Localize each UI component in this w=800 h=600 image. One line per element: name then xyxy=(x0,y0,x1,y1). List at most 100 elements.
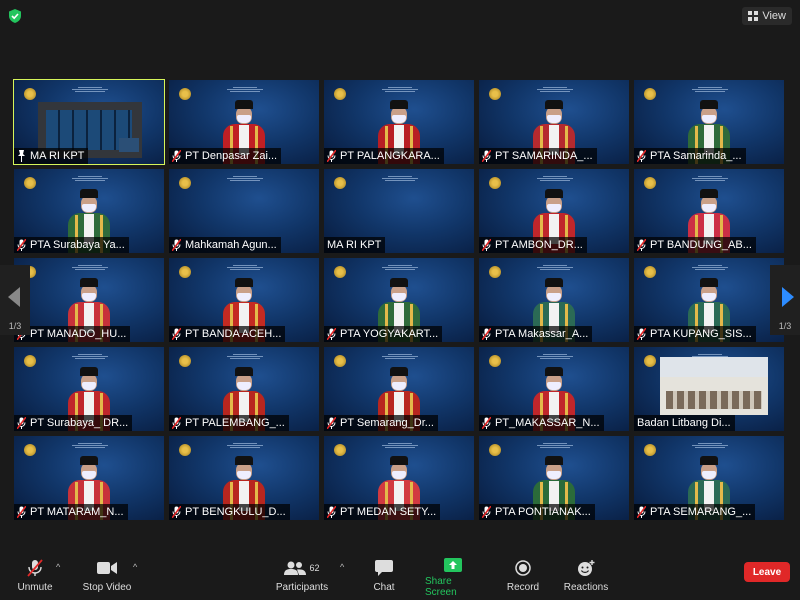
participant-tile[interactable]: PT PALANGKARA... xyxy=(324,80,474,164)
participant-name-label: PTA SEMARANG_... xyxy=(634,504,756,520)
top-bar: View xyxy=(0,0,800,32)
participant-name-label: PT AMBON_DR... xyxy=(479,237,587,253)
background-header-text xyxy=(692,442,728,450)
participant-tile[interactable]: PT MEDAN SETY... xyxy=(324,436,474,520)
audio-options-caret-icon[interactable]: ^ xyxy=(56,562,60,572)
participant-tile[interactable]: Mahkamah Agun... xyxy=(169,169,319,253)
participant-tile[interactable]: PTA Surabaya Ya... xyxy=(14,169,164,253)
background-header-text xyxy=(382,86,418,94)
participant-tile[interactable]: PTA Samarinda_... xyxy=(634,80,784,164)
stop-video-label: Stop Video xyxy=(82,582,132,593)
participant-tile[interactable]: PTA KUPANG_SIS... xyxy=(634,258,784,342)
background-header-text xyxy=(382,175,418,183)
microphone-muted-icon xyxy=(482,150,491,162)
microphone-muted-icon xyxy=(172,328,181,340)
microphone-muted-icon xyxy=(172,239,181,251)
participant-tile[interactable]: PT BANDUNG_AB... xyxy=(634,169,784,253)
participant-name: PTA PONTIANAK... xyxy=(495,506,591,518)
unmute-button[interactable]: Unmute xyxy=(15,558,55,596)
previous-page-button[interactable]: 1/3 xyxy=(0,265,30,335)
view-button[interactable]: View xyxy=(742,7,792,25)
participants-icon xyxy=(284,561,307,575)
participants-options-caret-icon[interactable]: ^ xyxy=(340,562,344,572)
background-header-text xyxy=(537,442,573,450)
participant-tile[interactable]: PT AMBON_DR... xyxy=(479,169,629,253)
court-emblem-icon xyxy=(644,444,656,456)
court-emblem-icon xyxy=(179,177,191,189)
microphone-muted-icon xyxy=(482,417,491,429)
participant-tile[interactable]: MA RI KPT xyxy=(324,169,474,253)
microphone-muted-icon xyxy=(482,328,491,340)
participant-name: PT Semarang_Dr... xyxy=(340,417,434,429)
background-header-text xyxy=(537,264,573,272)
background-header-text xyxy=(227,175,263,183)
participant-tile[interactable]: PT Surabaya_ DR... xyxy=(14,347,164,431)
participant-tile[interactable]: PT_MAKASSAR_N... xyxy=(479,347,629,431)
participant-tile[interactable]: PTA YOGYAKART... xyxy=(324,258,474,342)
participant-name: PTA Samarinda_... xyxy=(650,150,742,162)
video-options-caret-icon[interactable]: ^ xyxy=(133,562,137,572)
unmute-label: Unmute xyxy=(17,582,53,593)
court-emblem-icon xyxy=(179,355,191,367)
participant-name-label: PTA YOGYAKART... xyxy=(324,326,443,342)
participant-name-label: PT PALEMBANG_... xyxy=(169,415,289,431)
court-emblem-icon xyxy=(644,266,656,278)
arrow-right-icon xyxy=(782,287,794,307)
participant-tile[interactable]: PT MATARAM_N... xyxy=(14,436,164,520)
participant-tile[interactable]: PTA PONTIANAK... xyxy=(479,436,629,520)
participant-tile[interactable]: PT MANADO_HU... xyxy=(14,258,164,342)
background-header-text xyxy=(382,442,418,450)
microphone-muted-icon xyxy=(637,506,646,518)
chat-button[interactable]: Chat xyxy=(372,558,396,596)
participant-tile[interactable]: MA RI KPT xyxy=(13,79,165,165)
participant-name-label: PT_MAKASSAR_N... xyxy=(479,415,604,431)
participant-tile[interactable]: PT Semarang_Dr... xyxy=(324,347,474,431)
chat-bubble-icon xyxy=(375,560,393,576)
participant-tile[interactable]: PTA Makassar_A... xyxy=(479,258,629,342)
share-screen-button[interactable]: Share Screen xyxy=(425,558,481,598)
participant-name: PT Surabaya_ DR... xyxy=(30,417,129,429)
background-header-text xyxy=(227,442,263,450)
court-emblem-icon xyxy=(489,266,501,278)
participant-tile[interactable]: PT BENGKULU_D... xyxy=(169,436,319,520)
participant-tile[interactable]: PT Denpasar Zai... xyxy=(169,80,319,164)
participant-name: PTA KUPANG_SIS... xyxy=(650,328,752,340)
participant-name-label: PTA KUPANG_SIS... xyxy=(634,326,756,342)
participant-name-label: PTA Makassar_A... xyxy=(479,326,593,342)
background-header-text xyxy=(72,264,108,272)
participants-button[interactable]: 62 Participants xyxy=(276,558,328,596)
background-header-text xyxy=(537,353,573,361)
leave-button[interactable]: Leave xyxy=(744,562,790,582)
background-header-text xyxy=(72,86,108,94)
participant-tile[interactable]: Badan Litbang Di... xyxy=(634,347,784,431)
background-header-text xyxy=(227,86,263,94)
reactions-button[interactable]: Reactions xyxy=(564,558,608,596)
background-header-text xyxy=(227,264,263,272)
court-emblem-icon xyxy=(334,177,346,189)
participant-tile[interactable]: PT PALEMBANG_... xyxy=(169,347,319,431)
page-indicator-right: 1/3 xyxy=(778,321,792,331)
record-button[interactable]: Record xyxy=(507,558,539,596)
participant-name-label: PT Surabaya_ DR... xyxy=(14,415,133,431)
court-emblem-icon xyxy=(334,88,346,100)
participant-name: PTA Surabaya Ya... xyxy=(30,239,125,251)
microphone-muted-icon xyxy=(17,506,26,518)
participant-name-label: PT BENGKULU_D... xyxy=(169,504,290,520)
participant-name: PTA SEMARANG_... xyxy=(650,506,752,518)
chat-label: Chat xyxy=(373,582,395,593)
participant-name-label: PT MANADO_HU... xyxy=(14,326,131,342)
video-camera-icon xyxy=(97,562,117,574)
meeting-room-video xyxy=(660,357,768,415)
background-header-text xyxy=(72,175,108,183)
participant-name: PT BENGKULU_D... xyxy=(185,506,286,518)
shield-check-icon[interactable] xyxy=(9,9,21,23)
participant-name: Mahkamah Agun... xyxy=(185,239,277,251)
participant-tile[interactable]: PT SAMARINDA_... xyxy=(479,80,629,164)
participant-tile[interactable]: PT BANDA ACEH... xyxy=(169,258,319,342)
stop-video-button[interactable]: Stop Video xyxy=(82,558,132,596)
participant-name-label: PT Semarang_Dr... xyxy=(324,415,438,431)
court-emblem-icon xyxy=(644,355,656,367)
reactions-smiley-icon xyxy=(578,560,595,576)
participant-tile[interactable]: PTA SEMARANG_... xyxy=(634,436,784,520)
next-page-button[interactable]: 1/3 xyxy=(770,265,800,335)
